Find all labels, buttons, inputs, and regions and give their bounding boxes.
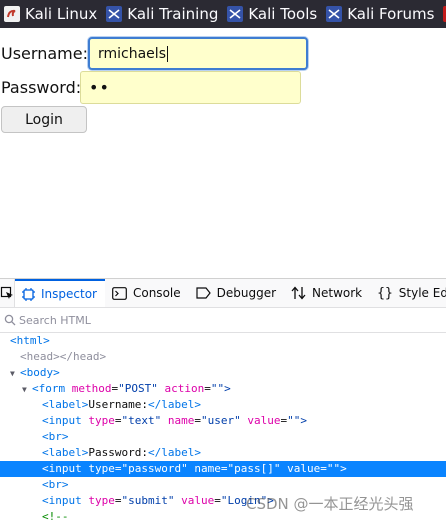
tree-node-br[interactable]: <br> (0, 477, 446, 493)
attr-value: ""> (326, 462, 347, 475)
attr-value: "password" (121, 462, 188, 475)
bookmark-kali-tools[interactable]: Kali Tools (223, 0, 322, 28)
node-text: Password: (88, 446, 148, 459)
node-label-close: </label> (147, 398, 201, 411)
tree-node-body[interactable]: ▼ <body> (0, 365, 446, 381)
text-cursor (166, 45, 168, 62)
bookmark-label: Kali Tools (248, 5, 318, 23)
login-button[interactable]: Login (1, 106, 87, 133)
attr-name: name (167, 414, 195, 427)
style-editor-icon: {} (377, 285, 393, 301)
bookmark-kali-linux[interactable]: Kali Linux (0, 0, 102, 28)
kali-linux-icon (4, 6, 20, 22)
attr-name: value (181, 494, 215, 507)
attr-name: type (88, 414, 115, 427)
node-br: <br> (42, 430, 69, 443)
console-icon (112, 286, 127, 300)
password-label: Password: (1, 78, 82, 97)
password-mask: •• (89, 78, 110, 97)
network-icon (291, 286, 306, 300)
devtools-tabbar: Inspector Console Debugger Network {} St… (0, 279, 446, 308)
node-head-open: <head> (20, 350, 60, 363)
node-br: <br> (42, 478, 69, 491)
node-html-open: <html> (10, 334, 50, 347)
element-picker-icon[interactable] (0, 279, 15, 307)
node-head-close: </head> (59, 350, 107, 363)
username-field[interactable]: rmichaels (88, 37, 308, 70)
node-label-open: <label> (42, 398, 89, 411)
node-form-open: <form (32, 382, 66, 395)
attr-name: method (71, 382, 112, 395)
bookmark-label: Kali Forums (347, 5, 435, 23)
tab-label: Console (132, 286, 181, 300)
node-input-open: <input (42, 494, 82, 507)
node-comment: <!-- (42, 510, 69, 523)
attr-name: name (194, 462, 221, 475)
tree-node-input-pass-selected[interactable]: <input type="password" name="pass[]" val… (0, 461, 446, 477)
login-page: Username: rmichaels Password: •• Login (0, 28, 446, 278)
inspector-icon (22, 287, 35, 301)
debugger-icon (196, 287, 211, 299)
bookmark-label: Kali Linux (25, 5, 98, 23)
kali-tools-icon (227, 6, 244, 22)
search-html-placeholder: Search HTML (19, 313, 91, 327)
bookmark-extra[interactable] (439, 0, 446, 28)
password-field[interactable]: •• (80, 71, 301, 104)
attr-value: "pass[]" (227, 462, 281, 475)
tab-style-editor[interactable]: {} Style Edi (370, 279, 446, 307)
devtools-panel: Inspector Console Debugger Network {} St… (0, 278, 446, 524)
username-value: rmichaels (98, 45, 166, 62)
attr-value: "POST" (118, 382, 158, 395)
attr-value: "user" (201, 414, 241, 427)
tree-node-label-password[interactable]: <label>Password:</label> (0, 445, 446, 461)
node-label-close: </label> (147, 446, 201, 459)
expand-toggle-icon[interactable]: ▼ (10, 366, 20, 382)
tree-node-form[interactable]: ▼ <form method="POST" action=""> (0, 381, 446, 397)
tab-console[interactable]: Console (105, 279, 189, 307)
tree-node-head[interactable]: <head></head> (0, 349, 446, 365)
tree-node-label-username[interactable]: <label>Username:</label> (0, 397, 446, 413)
attr-value: ""> (287, 414, 307, 427)
node-input-open: <input (42, 414, 82, 427)
tab-label: Style Edi (398, 286, 446, 300)
attr-value: "submit" (121, 494, 175, 507)
node-input-open: <input (42, 462, 82, 475)
tree-node-html[interactable]: <html> (0, 333, 446, 349)
search-icon (4, 314, 16, 326)
bookmark-label: Kali Training (127, 5, 219, 23)
attr-name: type (88, 494, 115, 507)
bookmark-kali-forums[interactable]: Kali Forums (322, 0, 439, 28)
bookmarks-toolbar: Kali Linux Kali Training Kali Tools Kali… (0, 0, 446, 28)
bookmark-kali-training[interactable]: Kali Training (102, 0, 223, 28)
tree-node-input-user[interactable]: <input type="text" name="user" value=""> (0, 413, 446, 429)
node-body-open: <body> (20, 366, 60, 379)
search-html-bar[interactable]: Search HTML (0, 308, 446, 333)
node-text: Username: (88, 398, 148, 411)
attr-name: action (164, 382, 205, 395)
username-label: Username: (1, 44, 88, 63)
tab-debugger[interactable]: Debugger (189, 279, 284, 307)
kali-forums-icon (326, 6, 343, 22)
node-label-open: <label> (42, 446, 89, 459)
attr-name: value (247, 414, 281, 427)
tab-label: Network (312, 286, 363, 300)
attr-name: type (88, 462, 115, 475)
attr-value: "text" (121, 414, 162, 427)
attr-value: ""> (210, 382, 231, 395)
tab-label: Inspector (41, 287, 97, 301)
tree-node-br[interactable]: <br> (0, 429, 446, 445)
tab-network[interactable]: Network (284, 279, 370, 307)
watermark: CSDN @一本正经光头强 (246, 495, 414, 513)
tab-inspector[interactable]: Inspector (15, 279, 105, 307)
kali-training-icon (106, 6, 123, 22)
attr-name: value (287, 462, 321, 475)
expand-toggle-icon[interactable]: ▼ (22, 382, 32, 398)
tab-label: Debugger (216, 286, 277, 300)
